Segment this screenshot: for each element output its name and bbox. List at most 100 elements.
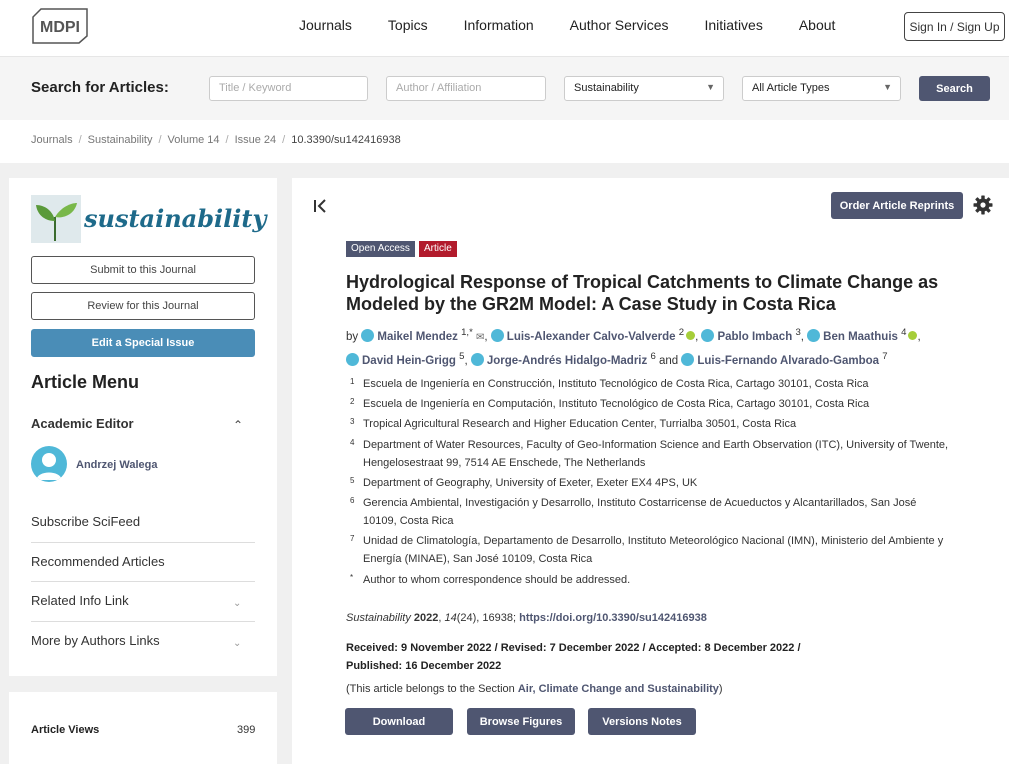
breadcrumb-doi: 10.3390/su142416938 xyxy=(291,134,401,146)
sidebar: sustainability Submit to this Journal Re… xyxy=(9,178,277,676)
recommended-articles-link[interactable]: Recommended Articles xyxy=(31,554,255,569)
editor-avatar xyxy=(31,446,67,482)
search-bar: Search for Articles: Title / Keyword Aut… xyxy=(0,57,1009,120)
search-label: Search for Articles: xyxy=(31,79,169,96)
affiliation-number: 6 xyxy=(350,496,355,505)
breadcrumb-journals[interactable]: Journals xyxy=(31,134,73,146)
section-note: (This article belongs to the Section Air… xyxy=(346,683,723,695)
user-icon xyxy=(470,352,484,366)
nav-journals[interactable]: Journals xyxy=(299,17,352,33)
review-journal-button[interactable]: Review for this Journal xyxy=(31,292,255,320)
versions-notes-button[interactable]: Versions Notes xyxy=(588,708,696,735)
section-link[interactable]: Air, Climate Change and Sustainability xyxy=(518,683,719,695)
gear-icon[interactable] xyxy=(973,195,993,220)
article-type-select[interactable]: All Article Types ▼ xyxy=(742,76,901,101)
author-sup: 4 xyxy=(901,327,907,338)
caret-down-icon: ▼ xyxy=(883,82,892,92)
affiliation-item: 4 Department of Water Resources, Faculty… xyxy=(346,437,966,473)
publication-dates: Received: 9 November 2022 / Revised: 7 D… xyxy=(346,642,801,672)
affiliation-text: Tropical Agricultural Research and Highe… xyxy=(363,418,797,430)
user-icon xyxy=(346,352,359,366)
article-title: Hydrological Response of Tropical Catchm… xyxy=(346,272,939,314)
nav-author-services[interactable]: Author Services xyxy=(570,17,669,33)
author-list: by Maikel Mendez 1,* ✉, Luis-Alexander C… xyxy=(346,327,921,367)
author-sup: 3 xyxy=(795,327,801,338)
affiliation-text: Escuela de Ingeniería en Computación, In… xyxy=(363,398,870,410)
search-button[interactable]: Search xyxy=(919,76,990,101)
user-icon xyxy=(701,328,715,342)
affiliation-number: 5 xyxy=(350,476,355,485)
affiliation-item: 5 Department of Geography, University of… xyxy=(346,475,966,493)
author-name[interactable]: Jorge-Andrés Hidalgo-Madriz xyxy=(487,355,647,367)
collapse-sidebar-icon[interactable] xyxy=(313,198,327,219)
order-reprints-button[interactable]: Order Article Reprints xyxy=(831,192,963,219)
mdpi-logo[interactable]: MDPI xyxy=(31,8,89,44)
affiliation-text: Gerencia Ambiental, Investigación y Desa… xyxy=(363,497,917,527)
user-icon xyxy=(361,328,375,342)
affiliation-number: * xyxy=(350,573,354,582)
top-navbar: MDPI Journals Topics Information Author … xyxy=(0,0,1009,57)
editor-name[interactable]: Andrzej Walega xyxy=(76,459,158,471)
nav-topics[interactable]: Topics xyxy=(388,17,428,33)
affiliation-item: 1 Escuela de Ingeniería en Construcción,… xyxy=(346,376,966,394)
author-name[interactable]: Luis-Fernando Alvarado-Gamboa xyxy=(697,355,879,367)
section-prefix: (This article belongs to the Section xyxy=(346,683,518,695)
affiliation-text: Department of Water Resources, Faculty o… xyxy=(363,439,949,469)
chevron-up-icon[interactable]: ⌃ xyxy=(233,418,243,432)
author-sup: 2 xyxy=(678,327,685,338)
affiliation-item: 6 Gerencia Ambiental, Investigación y De… xyxy=(346,495,966,531)
nav-information[interactable]: Information xyxy=(464,17,534,33)
author-name[interactable]: Luis-Alexander Calvo-Valverde xyxy=(507,331,676,343)
affiliation-text: Author to whom correspondence should be … xyxy=(363,574,631,586)
nav-about[interactable]: About xyxy=(799,17,836,33)
author-affiliation-input[interactable]: Author / Affiliation xyxy=(386,76,546,101)
article-menu-title: Article Menu xyxy=(31,372,140,392)
journal-name[interactable]: sustainability xyxy=(84,204,266,233)
main-nav: Journals Topics Information Author Servi… xyxy=(299,17,871,33)
orcid-icon[interactable] xyxy=(908,330,918,340)
subscribe-scifeed-link[interactable]: Subscribe SciFeed xyxy=(31,514,255,529)
title-keyword-input[interactable]: Title / Keyword xyxy=(209,76,368,101)
open-access-badge[interactable]: Open Access xyxy=(346,241,415,257)
affiliation-item: 3 Tropical Agricultural Research and Hig… xyxy=(346,416,966,434)
more-by-authors-link[interactable]: More by Authors Links xyxy=(31,633,255,648)
section-suffix: ) xyxy=(718,683,723,695)
author-name[interactable]: Maikel Mendez xyxy=(377,331,458,343)
affiliation-number: 1 xyxy=(350,377,355,386)
affiliation-number: 3 xyxy=(350,417,355,426)
doi-link[interactable]: https://doi.org/10.3390/su142416938 xyxy=(519,612,707,624)
academic-editor-label[interactable]: Academic Editor xyxy=(31,416,134,431)
orcid-icon[interactable] xyxy=(686,330,696,340)
journal-select-value: Sustainability xyxy=(574,82,639,94)
affiliation-item: 2 Escuela de Ingeniería en Computación, … xyxy=(346,396,966,414)
browse-figures-button[interactable]: Browse Figures xyxy=(467,708,575,735)
affiliation-text: Unidad de Climatología, Departamento de … xyxy=(363,535,944,565)
affiliation-number: 7 xyxy=(350,534,355,543)
signin-button[interactable]: Sign In / Sign Up xyxy=(904,12,1005,41)
edit-special-issue-button[interactable]: Edit a Special Issue xyxy=(31,329,255,357)
breadcrumb-sustainability[interactable]: Sustainability xyxy=(88,134,153,146)
author-sup: 6 xyxy=(650,350,656,362)
chevron-down-icon[interactable]: ⌄ xyxy=(233,638,241,649)
and-word: and xyxy=(658,354,679,367)
affiliation-number: 2 xyxy=(350,397,355,406)
breadcrumb-volume[interactable]: Volume 14 xyxy=(168,134,220,146)
journal-leaf-logo[interactable] xyxy=(31,195,81,243)
citation-journal: Sustainability xyxy=(346,612,411,624)
citation: Sustainability 2022, 14(24), 16938; http… xyxy=(346,612,707,624)
divider xyxy=(31,542,255,543)
author-name[interactable]: David Hein-Grigg xyxy=(362,355,456,367)
mail-icon[interactable]: ✉ xyxy=(476,332,484,343)
citation-volume: 14 xyxy=(444,612,457,624)
submit-journal-button[interactable]: Submit to this Journal xyxy=(31,256,255,284)
by-label: by xyxy=(346,330,359,343)
download-button[interactable]: Download xyxy=(345,708,453,735)
journal-select[interactable]: Sustainability ▼ xyxy=(564,76,724,101)
author-name[interactable]: Pablo Imbach xyxy=(717,331,792,343)
breadcrumb-issue[interactable]: Issue 24 xyxy=(235,134,277,146)
author-name[interactable]: Ben Maathuis xyxy=(823,331,898,343)
nav-initiatives[interactable]: Initiatives xyxy=(704,17,762,33)
chevron-down-icon[interactable]: ⌄ xyxy=(233,598,241,609)
affiliation-item: 7 Unidad de Climatología, Departamento d… xyxy=(346,533,966,569)
related-info-link[interactable]: Related Info Link xyxy=(31,593,255,608)
